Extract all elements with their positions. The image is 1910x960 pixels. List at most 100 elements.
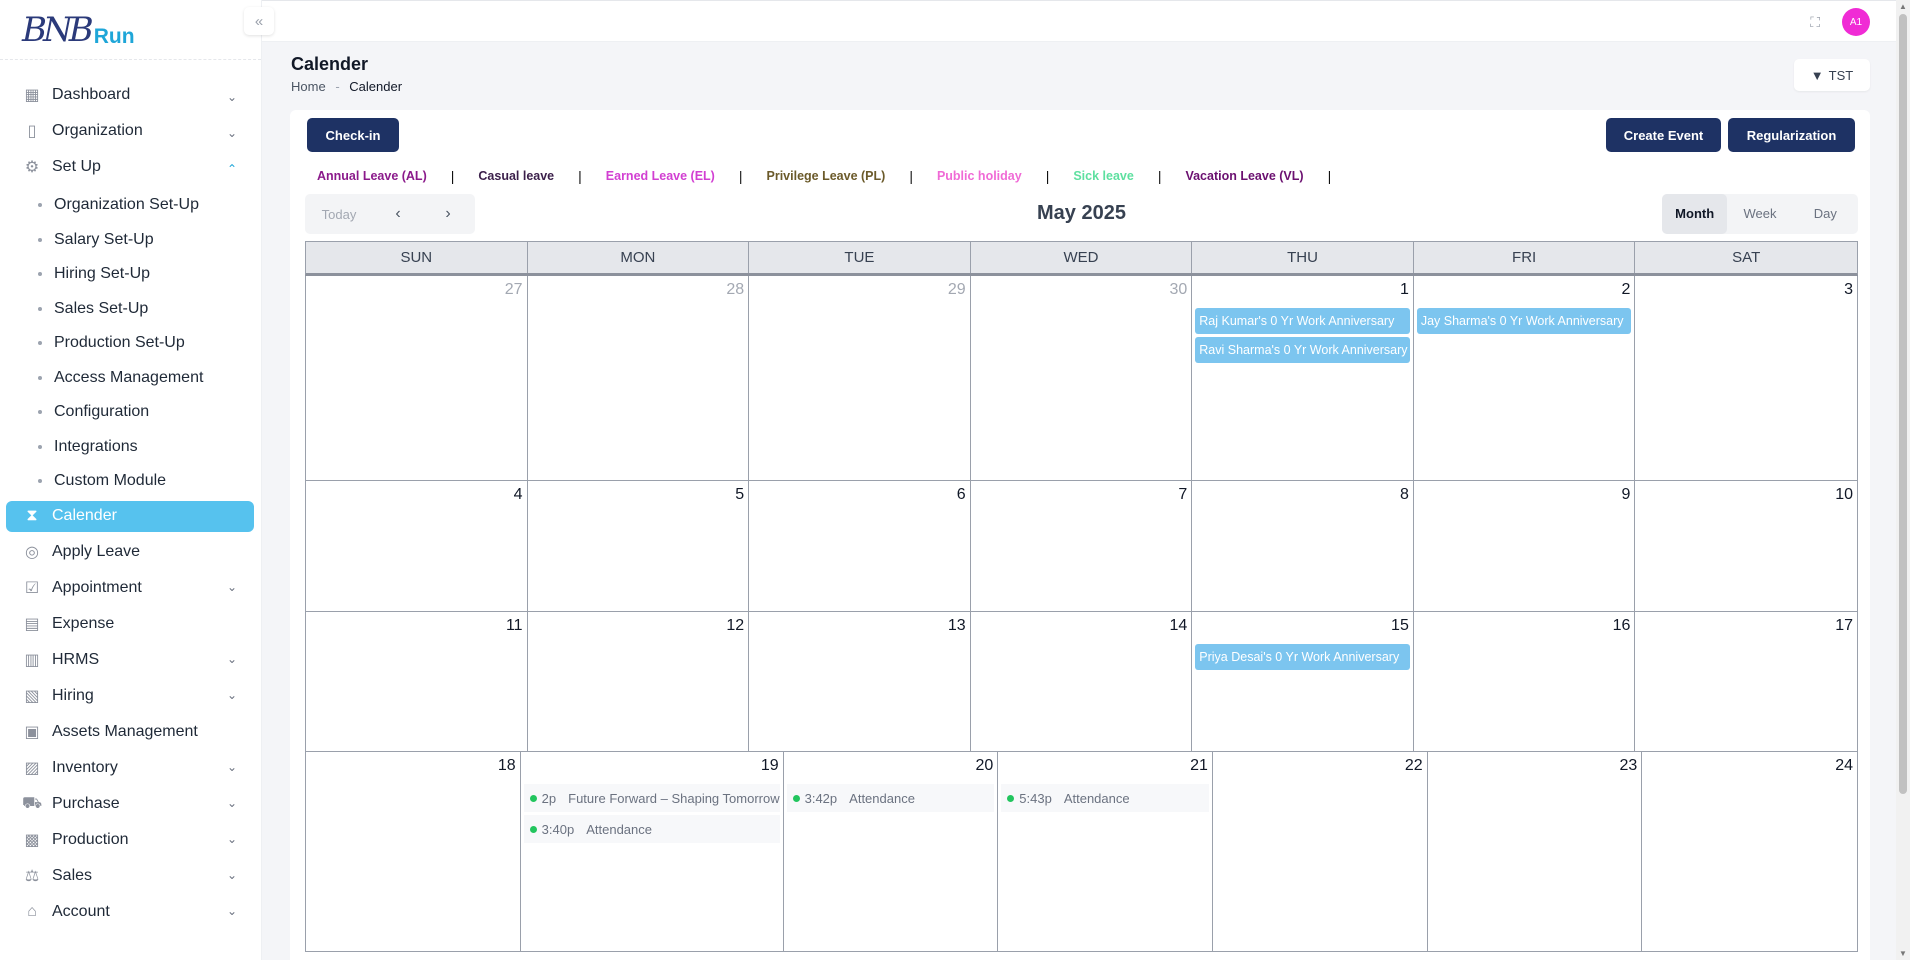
fullscreen-icon[interactable]: ⛶ <box>1810 14 1820 31</box>
chevron-down-icon[interactable]: ⌄ <box>227 904 237 918</box>
sidebar-item-apply-leave[interactable]: ◎ Apply Leave <box>0 534 261 570</box>
day-cell[interactable]: 20 3:42p Attendance <box>784 752 999 951</box>
day-number[interactable]: 6 <box>752 486 967 510</box>
day-number[interactable]: 20 <box>787 757 995 781</box>
page-scrollbar[interactable]: ▲ ▼ <box>1896 0 1910 960</box>
day-cell[interactable]: 6 <box>749 481 971 611</box>
sidebar-subitem-salary-set-up[interactable]: Salary Set-Up <box>0 223 261 258</box>
sidebar-item-set-up[interactable]: ⚙ Set Up ⌃ <box>0 152 261 182</box>
chevron-down-icon[interactable]: ⌄ <box>227 126 237 140</box>
chevron-down-icon[interactable]: ⌄ <box>227 90 237 104</box>
day-number[interactable]: 17 <box>1638 617 1854 641</box>
day-number[interactable]: 22 <box>1216 757 1424 781</box>
day-cell[interactable]: 29 <box>749 276 971 480</box>
day-number[interactable]: 23 <box>1431 757 1639 781</box>
next-month-button[interactable]: › <box>423 205 473 223</box>
chevron-down-icon[interactable]: ⌄ <box>227 652 237 666</box>
day-number[interactable]: 19 <box>524 757 780 781</box>
day-cell[interactable]: 16 <box>1414 612 1636 751</box>
day-number[interactable]: 27 <box>309 281 524 305</box>
day-cell[interactable]: 8 <box>1192 481 1414 611</box>
regularization-button[interactable]: Regularization <box>1728 118 1855 152</box>
sidebar-item-inventory[interactable]: ▨ Inventory ⌄ <box>0 750 261 786</box>
day-cell[interactable]: 7 <box>971 481 1193 611</box>
day-number[interactable]: 29 <box>752 281 967 305</box>
day-cell[interactable]: 17 <box>1635 612 1857 751</box>
day-number[interactable]: 10 <box>1638 486 1854 510</box>
day-number[interactable]: 9 <box>1417 486 1632 510</box>
day-cell[interactable]: 23 <box>1428 752 1643 951</box>
sidebar-subitem-hiring-set-up[interactable]: Hiring Set-Up <box>0 257 261 292</box>
day-number[interactable]: 11 <box>309 617 524 641</box>
avatar[interactable]: A1 <box>1842 8 1870 36</box>
sidebar-item-production[interactable]: ▩ Production ⌄ <box>0 822 261 858</box>
sidebar-subitem-access-management[interactable]: Access Management <box>0 361 261 396</box>
sidebar-item-purchase[interactable]: ⛟ Purchase ⌄ <box>0 786 261 822</box>
day-number[interactable]: 15 <box>1195 617 1410 641</box>
sidebar-item-hiring[interactable]: ▧ Hiring ⌄ <box>0 678 261 714</box>
day-cell[interactable]: 21 5:43p Attendance <box>998 752 1213 951</box>
day-number[interactable]: 4 <box>309 486 524 510</box>
day-number[interactable]: 5 <box>531 486 746 510</box>
day-number[interactable]: 14 <box>974 617 1189 641</box>
prev-month-button[interactable]: ‹ <box>373 205 423 223</box>
sidebar-item-sales[interactable]: ⚖ Sales ⌄ <box>0 858 261 894</box>
chevron-down-icon[interactable]: ⌄ <box>227 832 237 846</box>
day-cell[interactable]: 10 <box>1635 481 1857 611</box>
day-cell[interactable]: 28 <box>528 276 750 480</box>
day-cell[interactable]: 14 <box>971 612 1193 751</box>
chevron-down-icon[interactable]: ⌄ <box>227 688 237 702</box>
view-month-button[interactable]: Month <box>1662 194 1728 234</box>
calendar-event[interactable]: Raj Kumar's 0 Yr Work Anniversary <box>1195 308 1410 334</box>
check-in-button[interactable]: Check-in <box>307 118 399 152</box>
day-cell[interactable]: 2 Jay Sharma's 0 Yr Work Anniversary <box>1414 276 1636 480</box>
collapse-sidebar-button[interactable]: « <box>244 7 274 35</box>
day-cell[interactable]: 9 <box>1414 481 1636 611</box>
day-cell[interactable]: 24 <box>1642 752 1857 951</box>
create-event-button[interactable]: Create Event <box>1606 118 1721 152</box>
sidebar-item-expense[interactable]: ▤ Expense <box>0 606 261 642</box>
scroll-down-icon[interactable]: ▼ <box>1899 949 1907 958</box>
view-day-button[interactable]: Day <box>1793 194 1858 234</box>
day-number[interactable]: 28 <box>531 281 746 305</box>
calendar-timed-event[interactable]: 3:40p Attendance <box>523 815 780 843</box>
sidebar-subitem-configuration[interactable]: Configuration <box>0 395 261 430</box>
chevron-down-icon[interactable]: ⌄ <box>227 868 237 882</box>
chevron-down-icon[interactable]: ⌄ <box>227 760 237 774</box>
breadcrumb-home[interactable]: Home <box>291 79 326 94</box>
sidebar-item-hrms[interactable]: ▥ HRMS ⌄ <box>0 642 261 678</box>
day-number[interactable]: 16 <box>1417 617 1632 641</box>
calendar-timed-event[interactable]: 5:43p Attendance <box>1001 784 1209 812</box>
sidebar-item-dashboard[interactable]: ▦ Dashboard ⌄ <box>0 80 261 110</box>
sidebar-subitem-production-set-up[interactable]: Production Set-Up <box>0 326 261 361</box>
chevron-down-icon[interactable]: ⌄ <box>227 796 237 810</box>
day-cell[interactable]: 3 <box>1635 276 1857 480</box>
day-number[interactable]: 3 <box>1638 281 1854 305</box>
day-cell[interactable]: 11 <box>306 612 528 751</box>
day-number[interactable]: 21 <box>1001 757 1209 781</box>
filter-button[interactable]: ▼ TST <box>1794 59 1870 91</box>
day-number[interactable]: 18 <box>309 757 517 781</box>
day-cell[interactable]: 13 <box>749 612 971 751</box>
day-number[interactable]: 2 <box>1417 281 1632 305</box>
day-number[interactable]: 8 <box>1195 486 1410 510</box>
sidebar-item-organization[interactable]: ▯ Organization ⌄ <box>0 116 261 146</box>
today-button[interactable]: Today <box>305 207 373 222</box>
calendar-event[interactable]: Priya Desai's 0 Yr Work Anniversary <box>1195 644 1410 670</box>
sidebar-subitem-integrations[interactable]: Integrations <box>0 430 261 465</box>
day-cell[interactable]: 5 <box>528 481 750 611</box>
sidebar-item-appointment[interactable]: ☑ Appointment ⌄ <box>0 570 261 606</box>
day-cell[interactable]: 15 Priya Desai's 0 Yr Work Anniversary <box>1192 612 1414 751</box>
sidebar-subitem-sales-set-up[interactable]: Sales Set-Up <box>0 292 261 327</box>
day-cell[interactable]: 12 <box>528 612 750 751</box>
day-cell[interactable]: 22 <box>1213 752 1428 951</box>
day-number[interactable]: 24 <box>1645 757 1854 781</box>
sidebar-subitem-custom-module[interactable]: Custom Module <box>0 464 261 499</box>
day-cell[interactable]: 18 <box>306 752 521 951</box>
day-number[interactable]: 30 <box>974 281 1189 305</box>
day-number[interactable]: 13 <box>752 617 967 641</box>
chevron-down-icon[interactable]: ⌄ <box>227 580 237 594</box>
day-cell[interactable]: 4 <box>306 481 528 611</box>
day-cell[interactable]: 19 2p Future Forward – Shaping Tomorrow 3:4… <box>521 752 784 951</box>
calendar-event[interactable]: Ravi Sharma's 0 Yr Work Anniversary <box>1195 337 1410 363</box>
